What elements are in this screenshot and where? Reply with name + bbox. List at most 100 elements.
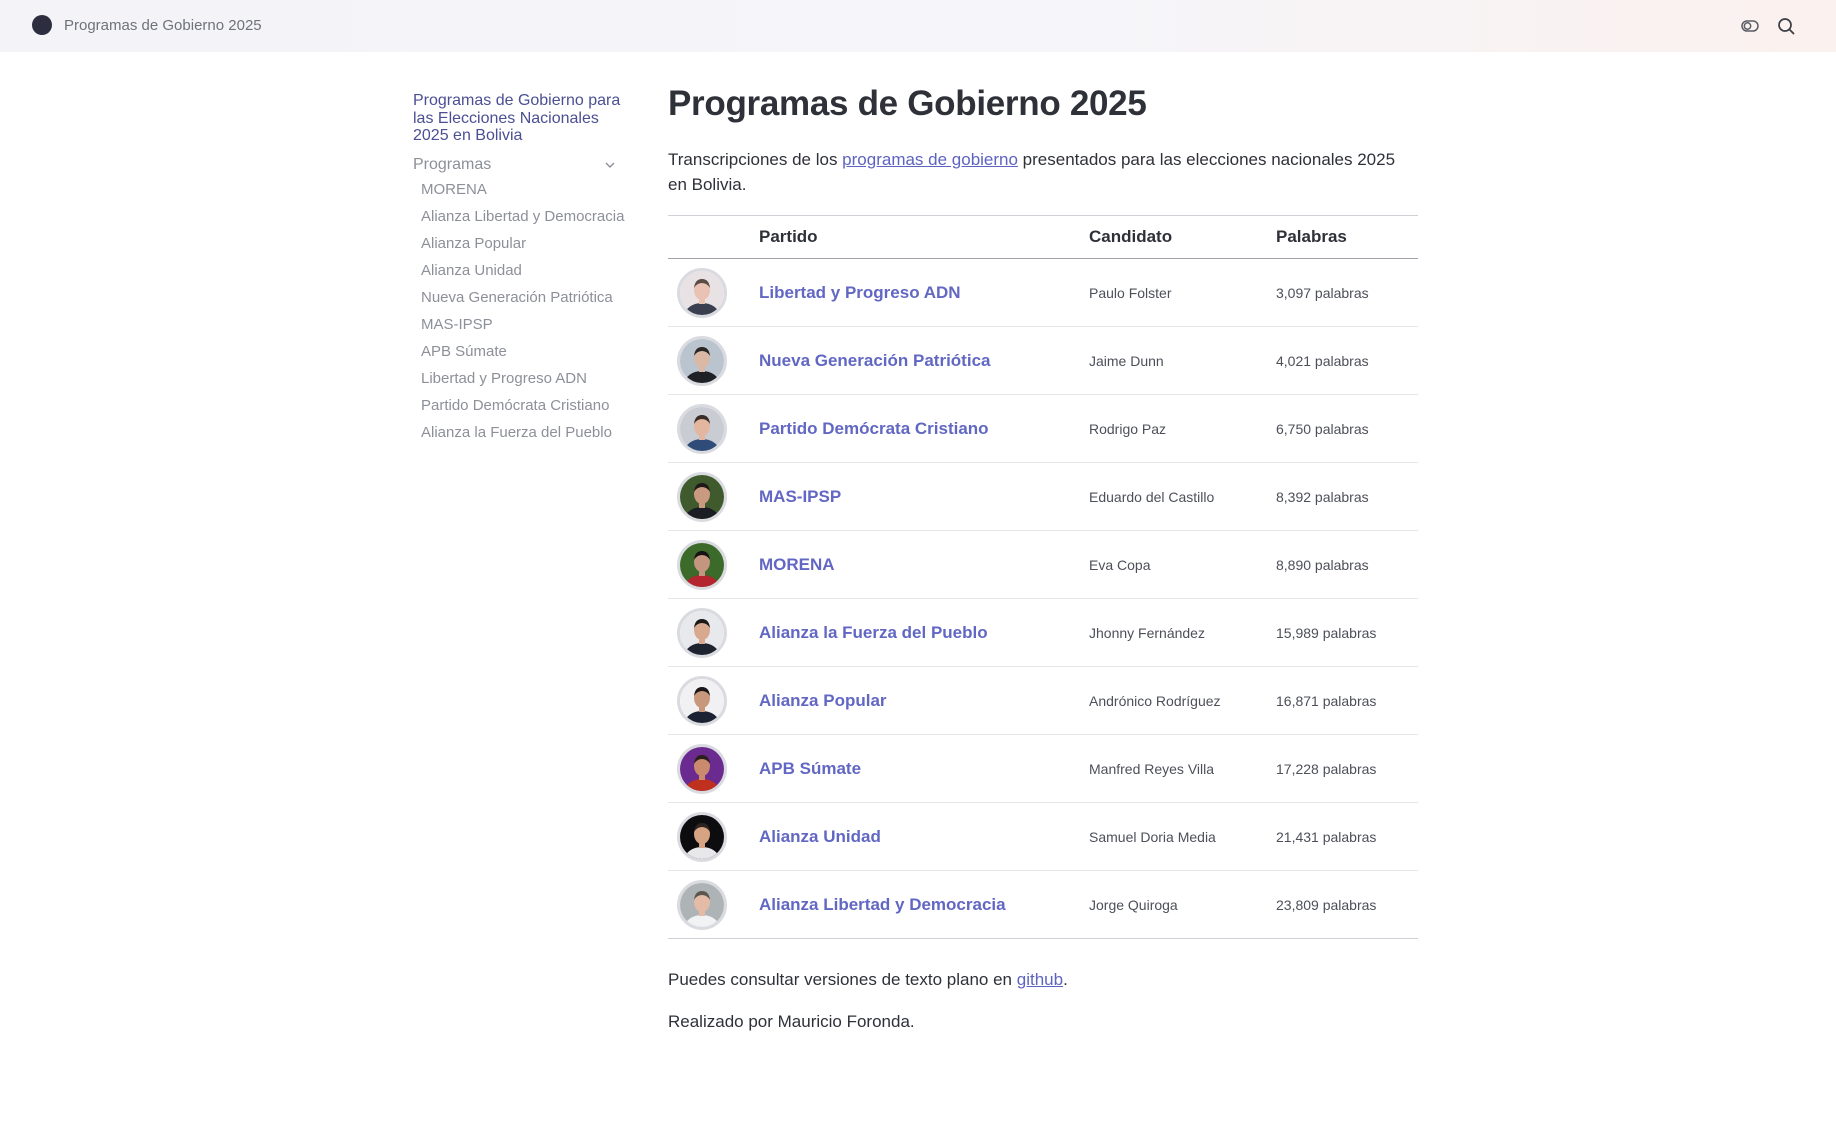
party-cell: MORENA — [759, 530, 1089, 599]
table-row: Libertad y Progreso ADN Paulo Folster 3,09… — [668, 258, 1418, 327]
party-cell: Partido Demócrata Cristiano — [759, 394, 1089, 463]
github-link[interactable]: github — [1017, 970, 1063, 989]
candidate-photo-cell — [668, 598, 759, 667]
candidate-avatar — [677, 267, 727, 318]
table-row: Partido Demócrata Cristiano Rodrigo Paz 6,… — [668, 394, 1418, 463]
candidate-name: Rodrigo Paz — [1089, 394, 1276, 463]
candidate-avatar — [677, 607, 727, 658]
word-count: 21,431 palabras — [1276, 802, 1418, 871]
table-row: APB Súmate Manfred Reyes Villa 17,228 pala… — [668, 734, 1418, 803]
party-link[interactable]: Alianza Popular — [759, 691, 887, 710]
sidebar-home-link[interactable]: Programas de Gobierno para las Eleccione… — [413, 92, 625, 145]
chevron-down-icon[interactable] — [603, 158, 617, 172]
sidebar-item-alianza-popular[interactable]: Alianza Popular — [421, 235, 625, 252]
sidebar-item-apb-sumate[interactable]: APB Súmate — [421, 343, 625, 360]
candidate-photo-cell — [668, 258, 759, 327]
candidate-avatar — [677, 811, 727, 862]
sidebar-item-partido-democrata-cristiano[interactable]: Partido Demócrata Cristiano — [421, 397, 625, 414]
word-count: 4,021 palabras — [1276, 326, 1418, 395]
candidate-name: Jhonny Fernández — [1089, 598, 1276, 667]
candidate-avatar — [677, 335, 727, 386]
word-count: 23,809 palabras — [1276, 870, 1418, 939]
candidate-photo-cell — [668, 802, 759, 871]
sidebar-list: MORENA Alianza Libertad y Democracia Ali… — [413, 181, 625, 441]
party-link[interactable]: Alianza Libertad y Democracia — [759, 895, 1006, 914]
party-link[interactable]: Alianza Unidad — [759, 827, 881, 846]
party-link[interactable]: MAS-IPSP — [759, 487, 841, 506]
sidebar-section-label: Programas — [413, 155, 492, 173]
party-link[interactable]: Alianza la Fuerza del Pueblo — [759, 623, 988, 642]
sidebar-item-libertad-progreso-adn[interactable]: Libertad y Progreso ADN — [421, 370, 625, 387]
party-cell: Alianza Popular — [759, 666, 1089, 735]
site-logo-icon — [32, 15, 52, 35]
party-cell: MAS-IPSP — [759, 462, 1089, 531]
word-count: 8,890 palabras — [1276, 530, 1418, 599]
party-link[interactable]: Libertad y Progreso ADN — [759, 283, 961, 302]
party-cell: Alianza Libertad y Democracia — [759, 870, 1089, 939]
word-count: 17,228 palabras — [1276, 734, 1418, 803]
page-title: Programas de Gobierno 2025 — [668, 84, 1147, 123]
candidate-name: Samuel Doria Media — [1089, 802, 1276, 871]
candidate-avatar — [677, 403, 727, 454]
candidate-photo-cell — [668, 734, 759, 803]
candidate-name: Jorge Quiroga — [1089, 870, 1276, 939]
candidate-photo-cell — [668, 870, 759, 939]
intro-paragraph: Transcripciones de los programas de gobi… — [668, 147, 1408, 197]
candidate-photo-cell — [668, 326, 759, 395]
sidebar-item-morena[interactable]: MORENA — [421, 181, 625, 198]
table-header-row: Partido Candidato Palabras — [668, 215, 1418, 259]
candidate-avatar — [677, 879, 727, 930]
party-link[interactable]: MORENA — [759, 555, 835, 574]
sidebar-item-nueva-generacion-patriotica[interactable]: Nueva Generación Patriótica — [421, 289, 625, 306]
sidebar: Programas de Gobierno para las Eleccione… — [413, 92, 625, 451]
table-row: MAS-IPSP Eduardo del Castillo 8,392 palabr… — [668, 462, 1418, 531]
party-link[interactable]: Partido Demócrata Cristiano — [759, 419, 989, 438]
header-palabras: Palabras — [1276, 215, 1418, 259]
intro-text-before: Transcripciones de los — [668, 150, 843, 169]
party-cell: APB Súmate — [759, 734, 1089, 803]
sidebar-item-mas-ipsp[interactable]: MAS-IPSP — [421, 316, 625, 333]
header-candidato: Candidato — [1089, 215, 1276, 259]
party-link[interactable]: Nueva Generación Patriótica — [759, 351, 990, 370]
header-image — [668, 215, 759, 259]
candidate-name: Andrónico Rodríguez — [1089, 666, 1276, 735]
candidate-name: Manfred Reyes Villa — [1089, 734, 1276, 803]
brand[interactable]: Programas de Gobierno 2025 — [32, 15, 262, 35]
site-title[interactable]: Programas de Gobierno 2025 — [64, 17, 262, 34]
sidebar-item-alianza-libertad-democracia[interactable]: Alianza Libertad y Democracia — [421, 208, 625, 225]
footer-text-before: Puedes consultar versiones de texto plan… — [668, 970, 1017, 989]
table-row: Alianza Unidad Samuel Doria Media 21,431 p… — [668, 802, 1418, 871]
sidebar-section-programas[interactable]: Programas — [413, 155, 625, 175]
candidate-avatar — [677, 675, 727, 726]
party-cell: Nueva Generación Patriótica — [759, 326, 1089, 395]
word-count: 16,871 palabras — [1276, 666, 1418, 735]
party-cell: Alianza Unidad — [759, 802, 1089, 871]
candidate-avatar — [677, 743, 727, 794]
top-navbar: Programas de Gobierno 2025 — [0, 0, 1836, 52]
party-cell: Libertad y Progreso ADN — [759, 258, 1089, 327]
table-row: Alianza Libertad y Democracia Jorge Quiro… — [668, 870, 1418, 939]
credit-text: Realizado por Mauricio Foronda. — [668, 1012, 915, 1031]
word-count: 8,392 palabras — [1276, 462, 1418, 531]
table-row: Alianza Popular Andrónico Rodríguez 16,871… — [668, 666, 1418, 735]
header-partido: Partido — [759, 215, 1089, 259]
candidate-avatar — [677, 539, 727, 590]
candidate-photo-cell — [668, 394, 759, 463]
table-row: Alianza la Fuerza del Pueblo Jhonny Ferná… — [668, 598, 1418, 667]
word-count: 15,989 palabras — [1276, 598, 1418, 667]
word-count: 6,750 palabras — [1276, 394, 1418, 463]
table-row: Nueva Generación Patriótica Jaime Dunn 4,0… — [668, 326, 1418, 395]
candidate-name: Eduardo del Castillo — [1089, 462, 1276, 531]
party-link[interactable]: APB Súmate — [759, 759, 861, 778]
search-icon[interactable] — [1774, 14, 1798, 38]
footer-text-after: . — [1063, 970, 1068, 989]
sidebar-item-alianza-unidad[interactable]: Alianza Unidad — [421, 262, 625, 279]
party-cell: Alianza la Fuerza del Pueblo — [759, 598, 1089, 667]
theme-toggle-icon[interactable] — [1738, 14, 1762, 38]
sidebar-item-alianza-fuerza-pueblo[interactable]: Alianza la Fuerza del Pueblo — [421, 424, 625, 441]
footer-note: Puedes consultar versiones de texto plan… — [668, 969, 1418, 991]
programas-link[interactable]: programas de gobierno — [842, 150, 1018, 169]
candidate-name: Jaime Dunn — [1089, 326, 1276, 395]
parties-table: Partido Candidato Palabras Libertad y Pr… — [668, 215, 1418, 939]
candidate-name: Eva Copa — [1089, 530, 1276, 599]
